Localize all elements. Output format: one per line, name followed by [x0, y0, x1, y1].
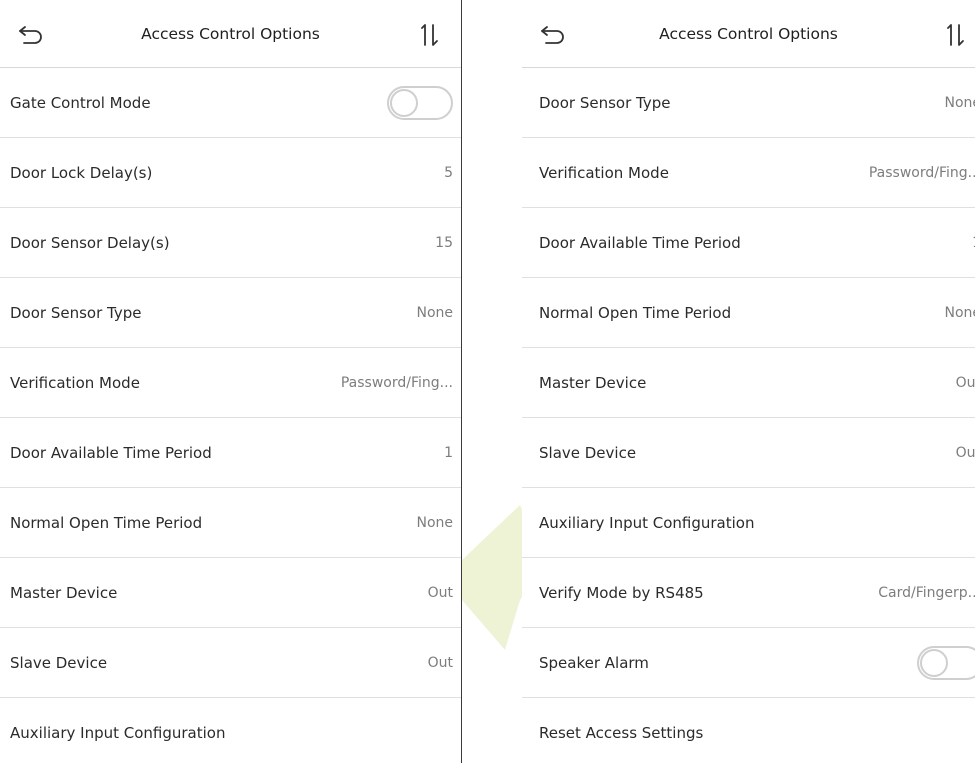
- verify-mode-by-rs485-row[interactable]: Verify Mode by RS485 Card/Fingerp...: [522, 558, 975, 628]
- row-label: Door Sensor Type: [539, 93, 671, 112]
- door-available-time-period-row[interactable]: Door Available Time Period 1: [0, 418, 461, 488]
- row-label: Verify Mode by RS485: [539, 583, 704, 602]
- row-value: None: [944, 304, 975, 321]
- row-value: Out: [427, 584, 453, 601]
- row-value: Out: [955, 374, 975, 391]
- row-value: Out: [955, 444, 975, 461]
- normal-open-time-period-row[interactable]: Normal Open Time Period None: [0, 488, 461, 558]
- reset-access-settings-row[interactable]: Reset Access Settings: [522, 698, 975, 763]
- door-sensor-type-row[interactable]: Door Sensor Type None: [0, 278, 461, 348]
- door-sensor-delay-row[interactable]: Door Sensor Delay(s) 15: [0, 208, 461, 278]
- gate-control-mode-toggle[interactable]: [387, 85, 453, 120]
- normal-open-time-period-row[interactable]: Normal Open Time Period None: [522, 278, 975, 348]
- row-value: None: [416, 514, 453, 531]
- row-label: Door Sensor Type: [10, 303, 142, 322]
- page-title: Access Control Options: [141, 25, 320, 43]
- row-label: Normal Open Time Period: [539, 303, 732, 322]
- door-lock-delay-row[interactable]: Door Lock Delay(s) 5: [0, 138, 461, 208]
- row-value: 15: [435, 234, 453, 251]
- master-device-row[interactable]: Master Device Out: [0, 558, 461, 628]
- sort-icon[interactable]: [943, 24, 967, 46]
- door-available-time-period-row[interactable]: Door Available Time Period 1: [522, 208, 975, 278]
- row-value: Password/Fing...: [340, 374, 453, 391]
- row-label: Door Available Time Period: [539, 233, 741, 252]
- auxiliary-input-configuration-row[interactable]: Auxiliary Input Configuration: [0, 698, 461, 763]
- row-label: Reset Access Settings: [539, 723, 704, 742]
- verification-mode-row[interactable]: Verification Mode Password/Fing...: [522, 138, 975, 208]
- title-bar: Access Control Options: [0, 0, 461, 68]
- row-value: Card/Fingerp...: [878, 584, 975, 601]
- row-label: Gate Control Mode: [10, 93, 151, 112]
- row-label: Verification Mode: [539, 163, 669, 182]
- row-label: Slave Device: [539, 443, 637, 462]
- gate-control-mode-row[interactable]: Gate Control Mode: [0, 68, 461, 138]
- title-bar: Access Control Options: [522, 0, 975, 68]
- row-value: Password/Fing...: [868, 164, 975, 181]
- slave-device-row[interactable]: Slave Device Out: [0, 628, 461, 698]
- page-title: Access Control Options: [659, 25, 838, 43]
- row-label: Verification Mode: [10, 373, 140, 392]
- sort-icon[interactable]: [417, 24, 441, 46]
- row-label: Door Sensor Delay(s): [10, 233, 170, 252]
- row-label: Auxiliary Input Configuration: [10, 723, 226, 742]
- row-value: None: [416, 304, 453, 321]
- door-sensor-type-row[interactable]: Door Sensor Type None: [522, 68, 975, 138]
- row-value: Out: [427, 654, 453, 671]
- row-label: Master Device: [10, 583, 118, 602]
- speaker-alarm-row[interactable]: Speaker Alarm: [522, 628, 975, 698]
- row-value: 5: [444, 164, 453, 181]
- left-screen: Access Control Options Gate Control Mode…: [0, 0, 462, 763]
- row-label: Normal Open Time Period: [10, 513, 203, 532]
- row-label: Door Lock Delay(s): [10, 163, 153, 182]
- toggle-knob: [390, 88, 418, 117]
- row-label: Door Available Time Period: [10, 443, 212, 462]
- row-value: None: [944, 94, 975, 111]
- verification-mode-row[interactable]: Verification Mode Password/Fing...: [0, 348, 461, 418]
- row-label: Master Device: [539, 373, 647, 392]
- row-label: Speaker Alarm: [539, 653, 649, 672]
- row-label: Slave Device: [10, 653, 108, 672]
- row-value: 1: [444, 444, 453, 461]
- slave-device-row[interactable]: Slave Device Out: [522, 418, 975, 488]
- master-device-row[interactable]: Master Device Out: [522, 348, 975, 418]
- auxiliary-input-configuration-row[interactable]: Auxiliary Input Configuration: [522, 488, 975, 558]
- right-screen: Access Control Options Door Sensor Type …: [522, 0, 975, 763]
- row-label: Auxiliary Input Configuration: [539, 513, 755, 532]
- toggle-knob: [920, 648, 948, 677]
- speaker-alarm-toggle[interactable]: [917, 645, 975, 680]
